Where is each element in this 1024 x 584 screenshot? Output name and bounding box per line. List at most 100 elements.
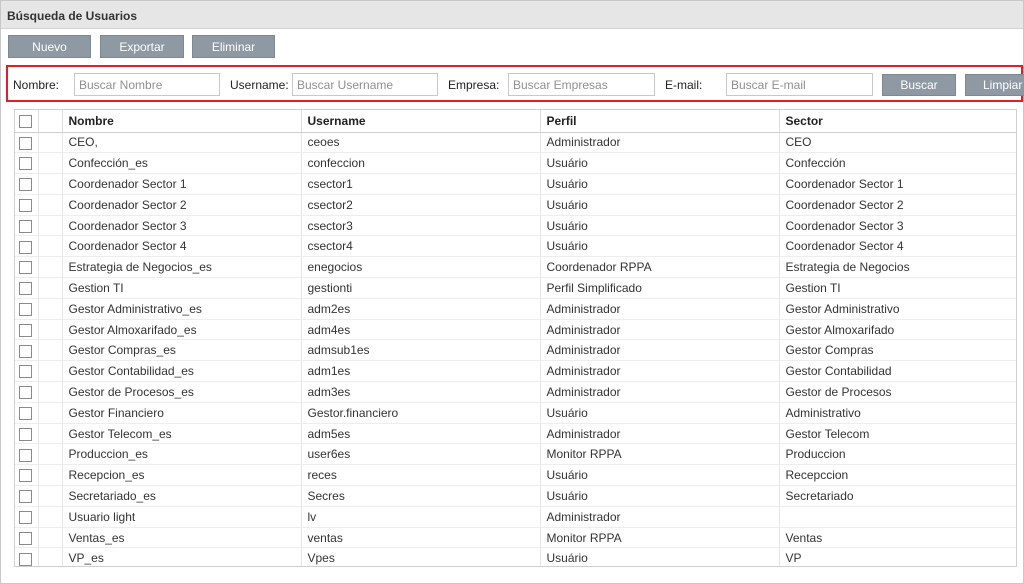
cell-nombre: Gestor Compras_es	[62, 339, 302, 362]
row-checkbox[interactable]	[19, 427, 32, 441]
row-spacer-cell	[38, 319, 63, 341]
row-checkbox[interactable]	[19, 406, 32, 420]
row-checkbox[interactable]	[19, 198, 32, 212]
cell-username: csector1	[301, 173, 541, 195]
table-row[interactable]: Coordenador Sector 4 csector4 Usuário Coord…	[15, 235, 1016, 258]
table-row[interactable]: Recepcion_es reces Usuário Recepccion	[15, 464, 1016, 487]
row-spacer-cell	[38, 485, 63, 507]
cell-nombre: Gestor Administrativo_es	[62, 298, 302, 320]
row-spacer-cell	[38, 443, 63, 466]
empresa-search-input[interactable]	[508, 73, 655, 96]
cell-username: lv	[301, 506, 541, 528]
delete-button[interactable]: Eliminar	[192, 35, 275, 58]
cell-nombre: CEO,	[62, 132, 302, 154]
row-checkbox[interactable]	[19, 552, 32, 566]
table-row[interactable]: Gestor Compras_es admsub1es Administrador G…	[15, 339, 1016, 362]
row-select-cell	[15, 381, 39, 403]
row-select-cell	[15, 485, 39, 507]
table-row[interactable]: Gestor Financiero Gestor.financiero Usuári…	[15, 402, 1016, 424]
select-all-checkbox[interactable]	[19, 114, 32, 128]
table-row[interactable]: Estrategia de Negocios_es enegocios Coorde…	[15, 256, 1016, 279]
table-row[interactable]: CEO, ceoes Administrador CEO	[15, 132, 1016, 154]
row-select-cell	[15, 152, 39, 175]
cell-username: reces	[301, 464, 541, 487]
row-select-cell	[15, 194, 39, 216]
row-select-cell	[15, 132, 39, 154]
row-checkbox[interactable]	[19, 490, 32, 504]
cell-perfil: Administrador	[540, 506, 780, 528]
table-row[interactable]: Produccion_es user6es Monitor RPPA Producci…	[15, 443, 1016, 466]
cell-nombre: Produccion_es	[62, 443, 302, 466]
email-label: E-mail:	[665, 78, 703, 92]
username-search-input[interactable]	[292, 73, 438, 96]
table-row[interactable]: Ventas_es ventas Monitor RPPA Ventas	[15, 527, 1016, 549]
cell-perfil: Usuário	[540, 464, 780, 487]
row-checkbox[interactable]	[19, 469, 32, 483]
row-select-cell	[15, 215, 39, 237]
table-row[interactable]: Gestor de Procesos_es adm3es Administrador…	[15, 381, 1016, 403]
search-button[interactable]: Buscar	[882, 74, 956, 96]
table-row[interactable]: Coordenador Sector 1 csector1 Usuário Coord…	[15, 173, 1016, 195]
table-row[interactable]: Coordenador Sector 3 csector3 Usuário Coord…	[15, 215, 1016, 237]
cell-perfil: Administrador	[540, 423, 780, 445]
table-row[interactable]: Usuario light lv Administrador	[15, 506, 1016, 528]
column-header-username[interactable]: Username	[301, 110, 541, 133]
cell-nombre: Recepcion_es	[62, 464, 302, 487]
cell-perfil: Usuário	[540, 485, 780, 507]
new-button[interactable]: Nuevo	[8, 35, 91, 58]
row-checkbox[interactable]	[19, 282, 32, 296]
nombre-search-input[interactable]	[74, 73, 220, 96]
column-header-sector[interactable]: Sector	[779, 110, 1016, 133]
row-select-cell	[15, 443, 39, 466]
row-select-cell	[15, 402, 39, 424]
cell-sector: Confección	[779, 152, 1016, 175]
cell-sector: Secretariado	[779, 485, 1016, 507]
column-header-nombre[interactable]: Nombre	[62, 110, 302, 133]
row-select-cell	[15, 173, 39, 195]
row-checkbox[interactable]	[19, 510, 32, 524]
cell-perfil: Usuário	[540, 173, 780, 195]
email-search-input[interactable]	[726, 73, 873, 96]
cell-nombre: Coordenador Sector 1	[62, 173, 302, 195]
row-checkbox[interactable]	[19, 302, 32, 316]
cell-sector: Coordenador Sector 3	[779, 215, 1016, 237]
cell-username: Vpes	[301, 547, 541, 566]
row-checkbox[interactable]	[19, 261, 32, 275]
table-row[interactable]: VP_es Vpes Usuário VP	[15, 547, 1016, 566]
cell-nombre: Gestion TI	[62, 277, 302, 299]
row-checkbox[interactable]	[19, 344, 32, 358]
table-row[interactable]: Secretariado_es Secres Usuário Secretariado	[15, 485, 1016, 507]
row-select-cell	[15, 277, 39, 299]
table-row[interactable]: Gestor Contabilidad_es adm1es Administrado…	[15, 360, 1016, 383]
table-row[interactable]: Gestion TI gestionti Perfil Simplificado Ge…	[15, 277, 1016, 299]
user-search-window: Búsqueda de Usuarios Nuevo Exportar Elim…	[0, 0, 1024, 584]
cell-sector: Gestor Almoxarifado	[779, 319, 1016, 341]
row-checkbox[interactable]	[19, 365, 32, 379]
table-row[interactable]: Coordenador Sector 2 csector2 Usuário Coord…	[15, 194, 1016, 216]
row-checkbox[interactable]	[19, 136, 32, 150]
clear-button[interactable]: Limpiar	[965, 74, 1024, 96]
table-row[interactable]: Confección_es confeccion Usuário Confección	[15, 152, 1016, 175]
table-row[interactable]: Gestor Telecom_es adm5es Administrador Gest…	[15, 423, 1016, 445]
row-spacer-cell	[38, 215, 63, 237]
cell-nombre: Usuario light	[62, 506, 302, 528]
cell-sector: Coordenador Sector 1	[779, 173, 1016, 195]
cell-sector: Gestion TI	[779, 277, 1016, 299]
users-table: Nombre Username Perfil Sector CEO, ceoes A…	[15, 110, 1016, 566]
row-checkbox[interactable]	[19, 240, 32, 254]
row-checkbox[interactable]	[19, 323, 32, 337]
cell-perfil: Monitor RPPA	[540, 443, 780, 466]
cell-username: confeccion	[301, 152, 541, 175]
table-row[interactable]: Gestor Almoxarifado_es adm4es Administrado…	[15, 319, 1016, 341]
cell-nombre: Gestor Almoxarifado_es	[62, 319, 302, 341]
column-header-perfil[interactable]: Perfil	[540, 110, 780, 133]
export-button[interactable]: Exportar	[100, 35, 184, 58]
row-checkbox[interactable]	[19, 386, 32, 400]
row-checkbox[interactable]	[19, 157, 32, 171]
row-checkbox[interactable]	[19, 448, 32, 462]
table-row[interactable]: Gestor Administrativo_es adm2es Administra…	[15, 298, 1016, 320]
row-checkbox[interactable]	[19, 219, 32, 233]
row-select-cell	[15, 506, 39, 528]
row-checkbox[interactable]	[19, 531, 32, 545]
row-checkbox[interactable]	[19, 178, 32, 192]
